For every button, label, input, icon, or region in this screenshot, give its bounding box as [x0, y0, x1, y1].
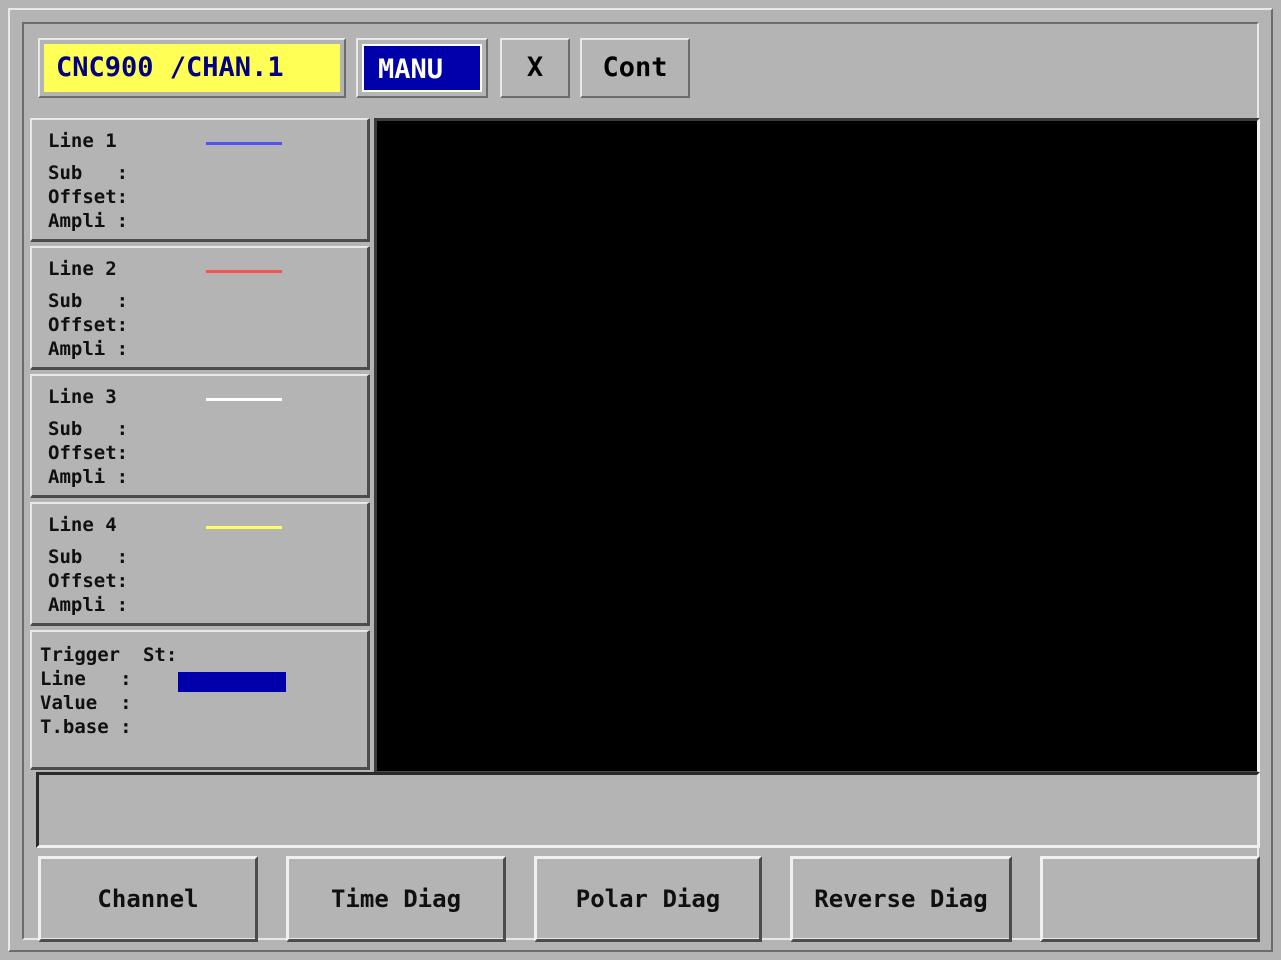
line-4-color-swatch — [206, 526, 282, 529]
trigger-line-label: Line : — [40, 668, 132, 690]
line-4-sub-label: Sub : — [48, 546, 129, 568]
trigger-status-label: Trigger St: — [40, 644, 178, 666]
softkey-reverse-diag[interactable]: Reverse Diag — [790, 856, 1012, 942]
trigger-value-label: Value : — [40, 692, 132, 714]
line-3-sub-label: Sub : — [48, 418, 129, 440]
line-3-title: Line 3 — [48, 386, 117, 408]
line-2-offset-label: Offset: — [48, 314, 129, 336]
mode-indicator-box: MANU — [356, 38, 488, 98]
cont-toggle[interactable]: Cont — [586, 44, 684, 92]
line-2-panel[interactable]: Line 2 Sub : Offset: Ampli : — [30, 246, 370, 370]
line-3-panel[interactable]: Line 3 Sub : Offset: Ampli : — [30, 374, 370, 498]
line-4-panel[interactable]: Line 4 Sub : Offset: Ampli : — [30, 502, 370, 626]
oscilloscope-display[interactable] — [374, 118, 1260, 774]
line-1-panel[interactable]: Line 1 Sub : Offset: Ampli : — [30, 118, 370, 242]
trigger-tbase-label: T.base : — [40, 716, 132, 738]
trigger-panel[interactable]: Trigger St: Line : Value : T.base : — [30, 630, 370, 770]
line-4-offset-label: Offset: — [48, 570, 129, 592]
line-2-color-swatch — [206, 270, 282, 273]
softkey-channel[interactable]: Channel — [38, 856, 258, 942]
line-2-title: Line 2 — [48, 258, 117, 280]
line-2-sub-label: Sub : — [48, 290, 129, 312]
channel-title: CNC900 /CHAN.1 — [44, 44, 340, 92]
line-4-ampli-label: Ampli : — [48, 594, 129, 616]
line-3-ampli-label: Ampli : — [48, 466, 129, 488]
line-3-offset-label: Offset: — [48, 442, 129, 464]
trigger-line-color-bar — [178, 672, 286, 692]
cont-toggle-box[interactable]: Cont — [580, 38, 690, 98]
line-4-title: Line 4 — [48, 514, 117, 536]
line-1-sub-label: Sub : — [48, 162, 129, 184]
line-2-ampli-label: Ampli : — [48, 338, 129, 360]
channel-title-box: CNC900 /CHAN.1 — [38, 38, 346, 98]
softkey-empty[interactable] — [1040, 856, 1260, 942]
line-3-color-swatch — [206, 398, 282, 401]
line-1-ampli-label: Ampli : — [48, 210, 129, 232]
softkey-polar-diag[interactable]: Polar Diag — [534, 856, 762, 942]
axis-selector-box[interactable]: X — [500, 38, 570, 98]
line-1-color-swatch — [206, 142, 282, 145]
message-bar — [36, 772, 1260, 848]
softkey-time-diag[interactable]: Time Diag — [286, 856, 506, 942]
line-1-offset-label: Offset: — [48, 186, 129, 208]
mode-indicator: MANU — [362, 44, 482, 92]
axis-selector[interactable]: X — [506, 44, 564, 92]
line-1-title: Line 1 — [48, 130, 117, 152]
